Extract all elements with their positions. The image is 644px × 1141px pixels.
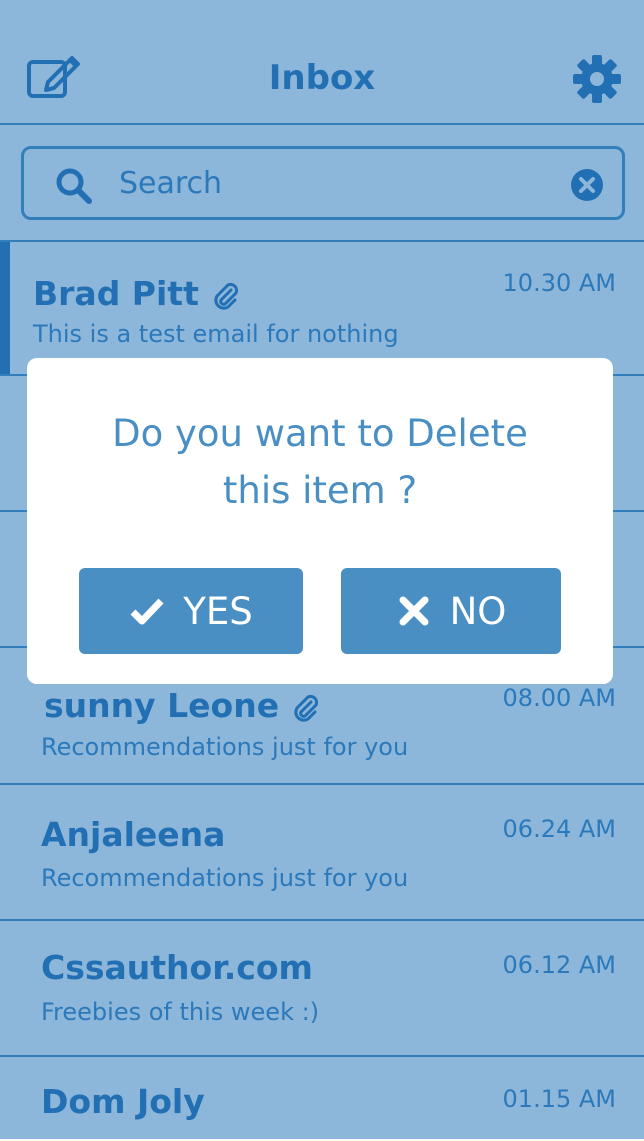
delete-confirm-dialog: Do you want to Delete this item ? YES NO [27,358,613,684]
close-icon [399,596,429,626]
yes-button[interactable]: YES [79,568,303,654]
dialog-message-line: Do you want to Delete [112,412,528,455]
dialog-message-line: this item ? [222,469,418,512]
yes-button-label: YES [183,589,253,633]
no-button-label: NO [449,589,507,633]
no-button[interactable]: NO [341,568,561,654]
mail-app: Inbox [0,0,644,1139]
check-icon [130,598,164,625]
dialog-message: Do you want to Delete this item ? [27,405,613,519]
